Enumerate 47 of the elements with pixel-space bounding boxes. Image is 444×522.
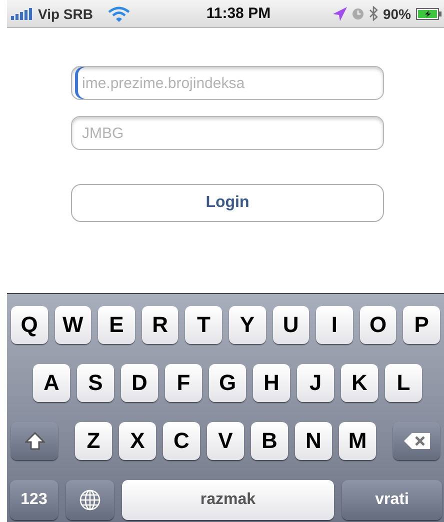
- backspace-key[interactable]: [393, 422, 440, 460]
- backspace-icon: [402, 432, 430, 450]
- keyboard-key[interactable]: H: [253, 364, 290, 402]
- keyboard-key[interactable]: Y: [228, 306, 266, 344]
- keyboard-key[interactable]: N: [295, 422, 332, 460]
- carrier-name: Vip SRB: [38, 6, 93, 22]
- keyboard-key[interactable]: L: [385, 364, 422, 402]
- bluetooth-icon: [368, 6, 378, 21]
- keyboard-key[interactable]: Q: [11, 306, 48, 344]
- keyboard-key[interactable]: X: [119, 422, 156, 460]
- shift-key[interactable]: [11, 422, 58, 460]
- keyboard-key[interactable]: C: [163, 422, 200, 460]
- keyboard-key[interactable]: A: [33, 364, 70, 402]
- signal-icon: [11, 8, 33, 20]
- globe-key[interactable]: [66, 480, 114, 520]
- keyboard-key[interactable]: S: [77, 364, 114, 402]
- keyboard-key[interactable]: M: [339, 422, 376, 460]
- login-button[interactable]: Login: [71, 184, 384, 222]
- keyboard-key[interactable]: U: [272, 306, 310, 344]
- location-arrow-icon: [332, 6, 347, 20]
- keyboard-key[interactable]: R: [142, 306, 178, 344]
- return-key[interactable]: vrati: [342, 480, 442, 520]
- keyboard-key[interactable]: Z: [75, 422, 112, 460]
- keyboard-key[interactable]: J: [297, 364, 334, 402]
- numbers-key[interactable]: 123: [10, 480, 58, 520]
- keyboard-key[interactable]: T: [185, 306, 222, 344]
- status-time: 11:38 PM: [206, 5, 271, 22]
- space-key[interactable]: razmak: [122, 480, 334, 520]
- battery-percent: 90%: [382, 6, 411, 22]
- keyboard-key[interactable]: K: [341, 364, 378, 402]
- keyboard-key[interactable]: G: [209, 364, 246, 402]
- clock-icon: [352, 8, 364, 20]
- wifi-icon: [108, 6, 130, 22]
- input-field[interactable]: ime.prezime.brojindeksa: [71, 66, 384, 100]
- keyboard-key[interactable]: D: [121, 364, 158, 402]
- keyboard-key[interactable]: P: [403, 306, 440, 344]
- keyboard-key[interactable]: F: [165, 364, 202, 402]
- input-field[interactable]: JMBG: [71, 116, 384, 150]
- keyboard-key[interactable]: I: [316, 306, 353, 344]
- keyboard-key[interactable]: B: [251, 422, 288, 460]
- globe-icon: [79, 489, 101, 511]
- keyboard-key[interactable]: W: [54, 306, 92, 344]
- keyboard-key[interactable]: O: [360, 306, 396, 344]
- keyboard-key[interactable]: E: [98, 306, 135, 344]
- keyboard-key[interactable]: V: [207, 422, 244, 460]
- battery-icon: [416, 8, 442, 20]
- shift-icon: [24, 432, 44, 450]
